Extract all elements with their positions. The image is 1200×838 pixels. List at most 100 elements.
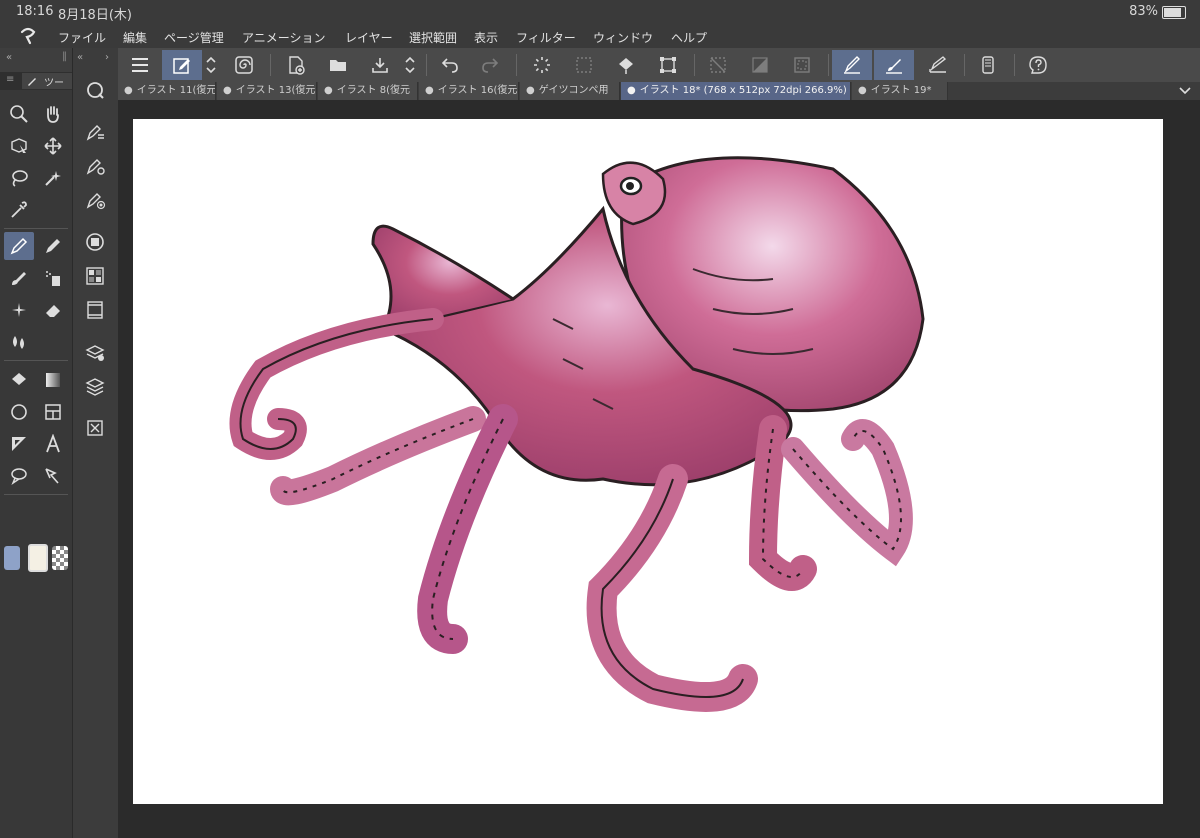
document-tab[interactable]: ● イラスト 13(復元 [217,82,317,100]
tool-property-button[interactable] [81,152,109,180]
select-none-button[interactable] [698,50,738,80]
eyedropper-tool[interactable] [4,196,34,224]
brush-tool[interactable] [4,264,34,292]
animation-button[interactable] [81,296,109,324]
brush-pressure-icon [886,59,902,74]
open-button[interactable] [318,50,358,80]
layer-button[interactable] [81,372,109,400]
save-button[interactable] [360,50,400,80]
canvas-paper[interactable] [133,119,1163,804]
decoration-tool[interactable] [4,296,34,324]
fill-tool[interactable] [4,366,34,394]
pen-pressure-button[interactable] [832,50,872,80]
tool-separator [4,360,68,361]
document-tab[interactable]: ● イラスト 11(復元 [118,82,216,100]
magic-wand-tool[interactable] [38,164,68,192]
document-tab-active[interactable]: ● イラスト 18* (768 x 512px 72dpi 266.9%) [621,82,851,100]
select-border-icon [794,57,810,73]
document-tab[interactable]: ● イラスト 8(復元 [318,82,418,100]
sub-color-swatch[interactable] [28,544,48,572]
status-time: 18:16 [16,4,54,19]
edit-mode-button[interactable] [162,50,202,80]
frame-tool[interactable] [38,398,68,426]
loading-button[interactable] [522,50,562,80]
menu-view[interactable]: 表示 [474,29,498,46]
expand-sub-icon[interactable]: › [105,52,109,63]
blend-tool[interactable] [4,328,34,356]
sub-tool-detail-button[interactable] [81,118,109,146]
smartphone-icon [982,56,994,74]
menu-button[interactable] [120,50,160,80]
animation-icon [87,301,103,319]
invert-button[interactable] [740,50,780,80]
brush-size-button[interactable] [81,186,109,214]
tab-list-chevron-icon[interactable] [1178,85,1192,97]
collapse-sub-icon[interactable]: « [77,52,83,63]
menu-selection[interactable]: 選択範囲 [409,29,457,46]
select-border-button[interactable] [782,50,822,80]
panel-handle-icon[interactable]: ‖ [62,51,67,62]
zoom-navigator-button[interactable] [81,76,109,104]
collapse-left-icon[interactable]: « [6,52,12,63]
eyedropper-icon [11,201,27,218]
lasso-tool[interactable] [4,164,34,192]
undo-button[interactable] [430,50,470,80]
main-color-swatch[interactable] [4,546,20,570]
object-tool[interactable] [4,132,34,160]
menu-file[interactable]: ファイル [58,29,106,46]
brush-pressure-button[interactable] [874,50,914,80]
transform-button[interactable] [648,50,688,80]
pencil-tool[interactable] [38,232,68,260]
tool-tab[interactable]: ツー [22,73,72,89]
fill-icon [12,373,26,385]
airbrush-tool[interactable] [38,264,68,292]
app-logo-icon[interactable] [18,26,38,46]
text-tool[interactable] [38,430,68,458]
pen-tool[interactable] [4,232,34,260]
redo-button[interactable] [470,50,510,80]
octopus-illustration [229,156,925,712]
bucket-fill-button[interactable] [606,50,646,80]
figure-tool[interactable] [4,398,34,426]
menu-animation[interactable]: アニメーション [242,29,326,46]
menu-layer[interactable]: レイヤー [345,29,393,46]
menu-help[interactable]: ヘルプ [671,29,707,46]
updown-button-2[interactable] [398,50,422,80]
balloon-tool[interactable] [4,462,34,490]
correct-line-tool[interactable] [38,462,68,490]
spiral-icon [235,56,253,74]
panel-menu-icon[interactable]: ≡ [6,74,14,85]
document-tab[interactable]: ● ゲイツコンペ用 [520,82,620,100]
smartphone-button[interactable] [968,50,1008,80]
gradient-tool[interactable] [38,366,68,394]
canvas-area[interactable] [118,100,1200,838]
select-none-icon [710,57,726,73]
ruler-tool[interactable] [4,430,34,458]
eraser-tool[interactable] [38,296,68,324]
zoom-tool[interactable] [4,100,34,128]
color-circle-button[interactable] [81,228,109,256]
spiral-button[interactable] [224,50,264,80]
material-button[interactable] [81,414,109,442]
menu-edit[interactable]: 編集 [123,29,147,46]
eraser-icon [46,305,60,317]
pen-tab-icon [28,78,36,86]
ruler-pen-button[interactable] [918,50,958,80]
toolbar-separator [516,54,517,76]
color-set-button[interactable] [81,262,109,290]
updown-button[interactable] [198,50,224,80]
brush-icon [12,272,26,285]
move-tool[interactable] [38,132,68,160]
document-tab[interactable]: ● イラスト 16(復元 [419,82,519,100]
new-page-button[interactable] [276,50,316,80]
hand-tool[interactable] [38,100,68,128]
layer-property-button[interactable] [81,338,109,366]
menu-page[interactable]: ページ管理 [164,29,224,46]
document-tab[interactable]: ● イラスト 19* [852,82,948,100]
menu-filter[interactable]: フィルター [516,29,576,46]
menu-window[interactable]: ウィンドウ [593,29,653,46]
fill-dots-button[interactable] [564,50,604,80]
help-button[interactable] [1018,50,1058,80]
tool-tab-label: ツー [44,78,64,89]
transparent-color-swatch[interactable] [52,546,68,570]
